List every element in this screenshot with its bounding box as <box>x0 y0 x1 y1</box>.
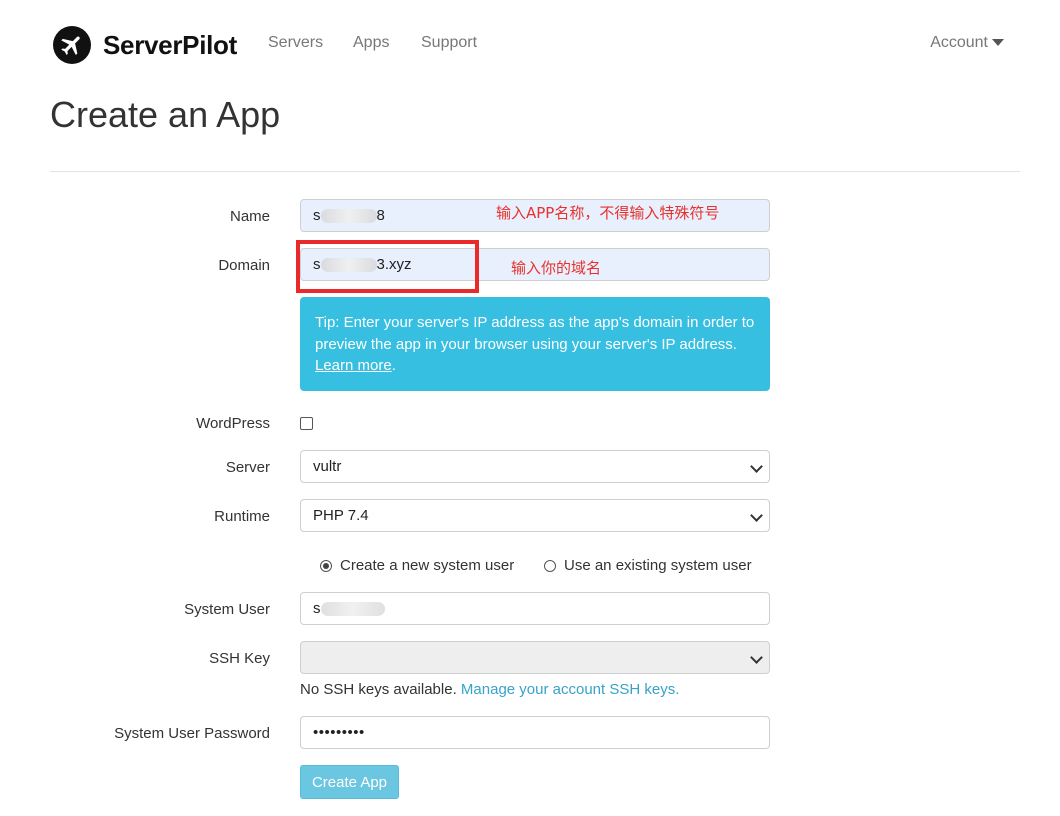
top-navbar: ServerPilot Servers Apps Support Account <box>0 0 1060 90</box>
redacted-blur <box>320 601 385 616</box>
airplane-icon <box>53 26 91 64</box>
runtime-select[interactable]: PHP 7.4 <box>300 499 770 532</box>
app-name-value-start: s <box>313 207 321 224</box>
system-user-value-start: s <box>313 600 321 617</box>
server-selected-value: vultr <box>313 458 342 475</box>
radio-use-existing-user-label: Use an existing system user <box>564 557 752 574</box>
tip-text: Tip: Enter your server's IP address as t… <box>315 314 755 353</box>
learn-more-link[interactable]: Learn more <box>315 357 392 374</box>
app-name-value-end: 8 <box>376 207 385 224</box>
tip-suffix: . <box>391 357 396 374</box>
system-user-password-label: System User Password <box>114 725 270 742</box>
runtime-selected-value: PHP 7.4 <box>313 507 369 524</box>
redacted-blur <box>320 208 377 223</box>
domain-label: Domain <box>218 257 270 274</box>
system-user-input[interactable]: s <box>300 592 770 625</box>
runtime-label: Runtime <box>214 508 270 525</box>
radio-button[interactable] <box>544 559 556 572</box>
ssh-key-help-text: No SSH keys available. <box>300 681 457 698</box>
server-label: Server <box>225 459 270 476</box>
ssh-key-help: No SSH keys available. Manage your accou… <box>300 681 679 698</box>
radio-create-new-user-label: Create a new system user <box>340 557 515 574</box>
name-annotation: 输入APP名称，不得输入特殊符号 <box>496 204 720 222</box>
account-label: Account <box>930 34 988 51</box>
page-title: Create an App <box>50 94 281 135</box>
wordpress-checkbox[interactable] <box>300 417 313 430</box>
domain-tip-alert: Tip: Enter your server's IP address as t… <box>300 297 770 391</box>
radio-button[interactable] <box>320 559 332 572</box>
brand-name: ServerPilot <box>103 29 237 60</box>
create-app-button[interactable]: Create App <box>300 765 399 799</box>
wordpress-label: WordPress <box>196 415 270 432</box>
account-menu[interactable]: Account <box>930 34 1004 52</box>
nav-apps[interactable]: Apps <box>353 34 389 52</box>
radio-create-new-user[interactable]: Create a new system user <box>320 557 514 574</box>
radio-use-existing-user[interactable]: Use an existing system user <box>544 557 752 574</box>
header-divider <box>50 171 1020 172</box>
server-select[interactable]: vultr <box>300 450 770 483</box>
ssh-key-label: SSH Key <box>209 650 270 667</box>
chevron-down-icon <box>750 460 763 473</box>
system-user-label: System User <box>184 601 270 618</box>
ssh-key-select[interactable] <box>300 641 770 674</box>
name-label: Name <box>229 208 270 225</box>
manage-ssh-keys-link[interactable]: Manage your account SSH keys. <box>461 681 679 698</box>
nav-support[interactable]: Support <box>421 34 477 52</box>
brand-logo[interactable]: ServerPilot <box>53 26 237 64</box>
nav-servers[interactable]: Servers <box>268 34 323 52</box>
domain-annotation: 输入你的域名 <box>511 259 602 277</box>
domain-highlight-box <box>296 240 479 293</box>
password-masked-value: ••••••••• <box>313 724 365 741</box>
caret-down-icon <box>992 38 1004 46</box>
chevron-down-icon <box>750 509 763 522</box>
chevron-down-icon <box>750 651 763 664</box>
system-user-password-input[interactable]: ••••••••• <box>300 716 770 749</box>
